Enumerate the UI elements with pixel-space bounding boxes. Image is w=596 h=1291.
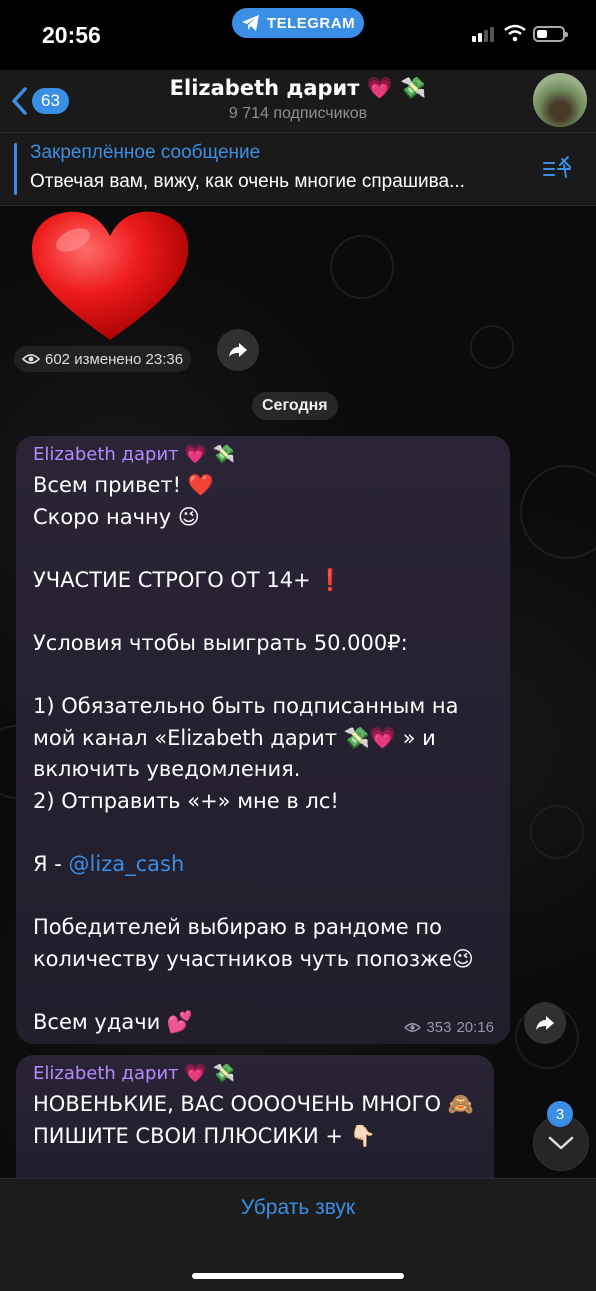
- chat-header: 63 Elizabeth дарит 💗 💸 9 714 подписчиков: [0, 70, 596, 133]
- status-bar: 20:56 TELEGRAM: [0, 0, 596, 70]
- sticker-meta: 602 изменено 23:36: [14, 346, 192, 372]
- telegram-pill[interactable]: TELEGRAM: [232, 8, 364, 38]
- message-text-part: Всем привет! ❤️ Скоро начну 😉 УЧАСТИЕ СТ…: [33, 473, 459, 877]
- message-text-part: Победителей выбираю в рандоме по количес…: [33, 915, 474, 1035]
- message-sender[interactable]: Elizabeth дарит 💗 💸: [33, 444, 235, 465]
- message-meta: 353 20:16: [404, 1019, 494, 1036]
- message-sender[interactable]: Elizabeth дарит 💗 💸: [33, 1063, 235, 1084]
- eye-icon: [404, 1023, 422, 1032]
- channel-title[interactable]: Elizabeth дарит 💗 💸: [0, 76, 596, 101]
- eye-icon: [22, 354, 40, 364]
- mention-link[interactable]: @liza_cash: [69, 852, 185, 876]
- pinned-text: Отвечая вам, вижу, как очень многие спра…: [30, 171, 465, 192]
- mute-button[interactable]: Убрать звук: [0, 1196, 596, 1220]
- home-indicator: [192, 1273, 404, 1279]
- heart-sticker[interactable]: [28, 208, 193, 348]
- pinned-message-bar[interactable]: Закреплённое сообщение Отвечая вам, вижу…: [0, 133, 596, 206]
- forward-icon: [229, 343, 247, 357]
- forward-icon: [536, 1016, 554, 1030]
- message-bubble[interactable]: Elizabeth дарит 💗 💸 НОВЕНЬКИЕ, ВАС ООООЧ…: [16, 1055, 494, 1185]
- message-text: Всем привет! ❤️ Скоро начну 😉 УЧАСТИЕ СТ…: [33, 470, 503, 1039]
- avatar[interactable]: [533, 73, 587, 127]
- subscriber-count: 9 714 подписчиков: [228, 105, 368, 122]
- new-messages-badge: 3: [547, 1101, 573, 1127]
- bottom-bar: Убрать звук: [0, 1178, 596, 1291]
- status-time: 20:56: [42, 22, 101, 48]
- signal-icon: [472, 27, 494, 42]
- telegram-icon: [241, 15, 259, 31]
- message-bubble[interactable]: Elizabeth дарит 💗 💸 Всем привет! ❤️ Скор…: [16, 436, 510, 1044]
- telegram-pill-label: TELEGRAM: [266, 14, 356, 32]
- wifi-icon: [504, 24, 526, 42]
- message-time: 20:16: [456, 1019, 494, 1036]
- chevron-down-icon: [548, 1136, 574, 1150]
- message-text: НОВЕНЬКИЕ, ВАС ООООЧЕНЬ МНОГО 🙈 ПИШИТЕ С…: [33, 1092, 474, 1148]
- pin-list-icon[interactable]: [540, 155, 574, 181]
- sticker-views-time: 602 изменено 23:36: [45, 350, 184, 368]
- pin-indicator: [14, 143, 17, 195]
- date-divider: Сегодня: [252, 392, 338, 420]
- forward-button[interactable]: [217, 329, 259, 371]
- forward-button[interactable]: [524, 1002, 566, 1044]
- battery-icon: [533, 26, 568, 42]
- pinned-title: Закреплённое сообщение: [30, 142, 261, 163]
- message-views: 353: [426, 1019, 452, 1036]
